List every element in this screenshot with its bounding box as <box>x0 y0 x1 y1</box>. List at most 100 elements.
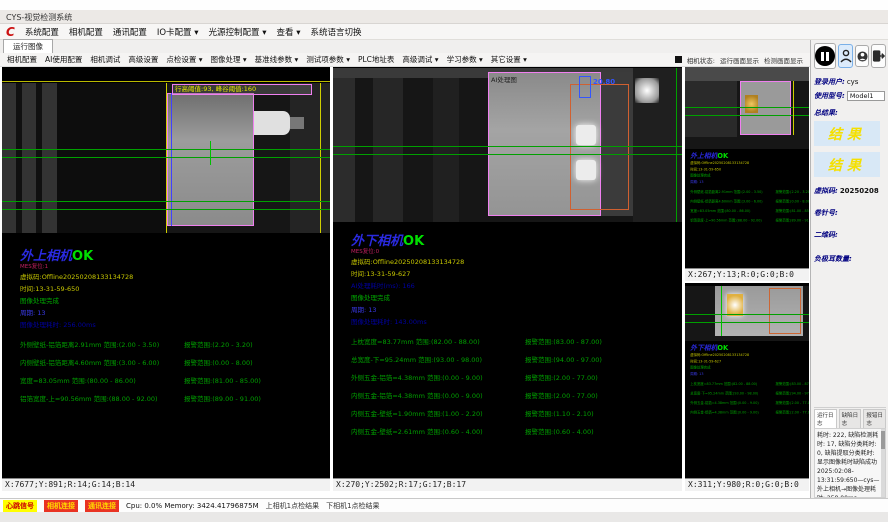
tool-spot-check[interactable]: 点检设置 ▾ <box>166 54 202 65</box>
exit-button[interactable] <box>871 44 886 68</box>
tool-other-settings[interactable]: 其它设置 ▾ <box>491 54 527 65</box>
menu-light-config[interactable]: 光源控制配置 ▾ <box>209 26 267 38</box>
login-user-value: cys <box>847 78 859 86</box>
user-icon <box>840 49 852 63</box>
window-bottom-edge <box>0 512 888 522</box>
threshold-overlay-label: 行高阈值:93, 峰谷阈值:160 <box>172 84 312 95</box>
time-line: 时间:13-31-59-650 <box>20 283 330 295</box>
processing-done-line: 图像处理完成 <box>20 295 330 307</box>
mini-camera-image-lower[interactable] <box>685 286 809 341</box>
heartbeat-status-badge: 心跳信号 <box>3 500 37 512</box>
log-tab-run[interactable]: 运行日志 <box>814 409 837 428</box>
alarm-range: 报警范围:(0.00 - 8.00) <box>184 357 330 369</box>
menu-camera-config[interactable]: 相机配置 <box>69 26 103 38</box>
measurement-table: 上枕宽度=83.77mm 范围:(82.00 - 88.00)报警范围:(83.… <box>690 381 809 415</box>
green-measure-line <box>685 107 809 108</box>
green-measure-line <box>333 146 682 147</box>
alarm-range: 报警范围:(0.00 - 8.00) <box>775 198 809 204</box>
virtual-code-field: 虚拟码: 20250208 <box>814 186 886 196</box>
elapsed-line: 图像处理耗时: 143.00ms <box>351 316 682 328</box>
panel-top-line <box>2 81 330 82</box>
mes-reset-text: MES复位:1 <box>20 264 330 271</box>
menu-io-config[interactable]: IO卡配置 ▾ <box>157 26 199 38</box>
camera-title: 外上相机 <box>690 152 717 160</box>
machine-band <box>373 78 403 222</box>
tool-test-params[interactable]: 测试项参数 ▾ <box>306 54 350 65</box>
status-bar: 心跳信号 相机连接 通讯连接 Cpu: 0.0% Memory: 3424.41… <box>0 498 888 512</box>
log-text-area[interactable]: 耗时: 222, 缺陷检测耗时: 17, 缺陷分类耗时: 0, 缺陷提取分类耗时… <box>814 428 886 498</box>
tool-advanced-settings[interactable]: 高级设置 <box>128 54 158 65</box>
orange-roi-box <box>769 288 801 334</box>
user-dark-icon <box>857 50 868 63</box>
lower-camera-check-result[interactable]: 下相机1点检结果 <box>326 501 379 511</box>
yellow-guide-line <box>320 83 321 233</box>
alarm-range: 报警范围:(0.60 - 4.00) <box>525 426 682 438</box>
time-line: 时间:13-31-59-627 <box>351 268 682 280</box>
alarm-range: 报警范围:(83.00 - 87.00) <box>525 336 682 348</box>
mini-camera-column: 外上相机OK 虚拟码:Offline20250208133134728 时间:1… <box>685 67 809 498</box>
cycle-line: 周期: 13 <box>690 179 809 185</box>
model-select[interactable]: Model1 <box>847 91 885 101</box>
machine-band <box>685 81 737 137</box>
camera-image-upper[interactable]: 行高阈值:93, 峰谷阈值:160 <box>2 83 330 233</box>
toolbar: 相机配置 AI使用配置 相机调试 高级设置 点检设置 ▾ 图像处理 ▾ 基准线参… <box>0 53 810 67</box>
log-scrollbar[interactable] <box>881 429 885 497</box>
mini-camera-image-upper[interactable] <box>685 67 809 149</box>
measurement-table: 上枕宽度=83.77mm 范围:(82.00 - 88.00) 报警范围:(83.… <box>351 336 682 438</box>
mini-result-text-lower: 外下相机OK 虚拟码:Offline20250208133134728 时间:1… <box>685 341 809 473</box>
menu-system-config[interactable]: 系统配置 <box>25 26 59 38</box>
virtual-code-label: 虚拟码: <box>814 186 838 196</box>
alarm-range: 报警范围:(89.00 - 91.00) <box>775 217 809 223</box>
menu-view[interactable]: 查看 ▾ <box>277 26 301 38</box>
log-tab-error[interactable]: 报错日志 <box>863 409 886 428</box>
pause-button[interactable] <box>814 43 836 69</box>
tool-ai-config[interactable]: AI使用配置 <box>45 54 82 65</box>
exit-door-icon <box>872 49 885 63</box>
mini-result-text-upper: 外上相机OK 虚拟码:Offline20250208133134728 时间:1… <box>685 149 809 267</box>
tool-plc-table[interactable]: PLC地址表 <box>358 54 394 65</box>
menu-bar: C 系统配置 相机配置 通讯配置 IO卡配置 ▾ 光源控制配置 ▾ 查看 ▾ 系… <box>0 24 888 40</box>
virtual-code-line: 虚拟码:Offline20250208133134728 <box>20 271 330 283</box>
measurement-value: 上枕宽度=83.77mm 范围:(82.00 - 88.00) <box>351 336 511 348</box>
result-ok-badge: OK <box>403 234 424 249</box>
menu-language[interactable]: 系统语言切换 <box>310 26 361 38</box>
log-tab-defect[interactable]: 缺陷日志 <box>839 409 862 428</box>
camera-column: 运行图像 相机配置 AI使用配置 相机调试 高级设置 点检设置 ▾ 图像处理 ▾… <box>0 40 810 498</box>
tool-camera-debug[interactable]: 相机调试 <box>90 54 120 65</box>
processing-done-line: 图像处理完成 <box>351 292 682 304</box>
camera-title: 外上相机 <box>20 249 72 264</box>
result-box-lower: 结果 <box>814 152 880 177</box>
upper-camera-check-result[interactable]: 上相机1点检结果 <box>266 501 319 511</box>
camera-grid: 行高阈值:93, 峰谷阈值:160 外上相机 OK MES复位:1 虚拟码:Off… <box>0 67 810 498</box>
tool-camera-config[interactable]: 相机配置 <box>7 54 37 65</box>
alarm-range: 报警范围:(1.10 - 2.10) <box>525 408 682 420</box>
mes-reset-text: MES复位:0 <box>351 249 682 256</box>
virtual-code-line: 虚拟码:Offline20250208133134728 <box>351 256 682 268</box>
green-tick <box>721 286 722 336</box>
tool-baseline-params[interactable]: 基准线参数 ▾ <box>255 54 299 65</box>
tab-run-image[interactable]: 运行图像 <box>3 39 53 53</box>
desktop-margin <box>0 0 888 10</box>
result-text: 结果 <box>828 124 866 144</box>
mini-panel-upper: 外上相机OK 虚拟码:Offline20250208133134728 时间:1… <box>685 67 809 281</box>
menu-comm-config[interactable]: 通讯配置 <box>113 26 147 38</box>
measurement-value: 宽度=83.05mm 范围:(80.00 - 86.00) <box>20 375 170 387</box>
tool-learn-params[interactable]: 学习参数 ▾ <box>447 54 483 65</box>
user-login-button[interactable] <box>838 44 853 68</box>
log-tab-row: 运行日志 缺陷日志 报错日志 <box>814 409 886 428</box>
user-switch-button[interactable] <box>855 45 869 67</box>
camera-image-lower[interactable]: AI处理图 20.80 <box>333 68 682 222</box>
tool-advanced-debug[interactable]: 高级调试 ▾ <box>402 54 438 65</box>
tool-image-processing[interactable]: 图像处理 ▾ <box>211 54 247 65</box>
alarm-range: 报警范围:(94.00 - 97.00) <box>775 390 809 396</box>
measurement-value: 内侧壁纸-铝箔距离4.60mm 范围:(3.00 - 6.00) <box>690 198 768 204</box>
measurement-value: 外侧五金-铝箔=4.38mm 范围:(0.00 - 9.00) <box>690 400 768 406</box>
result-ok-badge: OK <box>717 344 728 352</box>
ai-image-label: AI处理图 <box>491 74 517 84</box>
pixel-coordinate-bar: X:270;Y:2502;R:17;G:17;B:17 <box>333 478 682 491</box>
control-button-row <box>814 43 886 69</box>
elapsed-line: 图像处理耗时: 256.00ms <box>20 319 330 331</box>
log-scrollbar-thumb[interactable] <box>881 431 885 449</box>
alarm-range: 报警范围:(2.20 - 3.20) <box>184 339 330 351</box>
negative-tab-count-label: 负极耳数量: <box>814 254 886 264</box>
